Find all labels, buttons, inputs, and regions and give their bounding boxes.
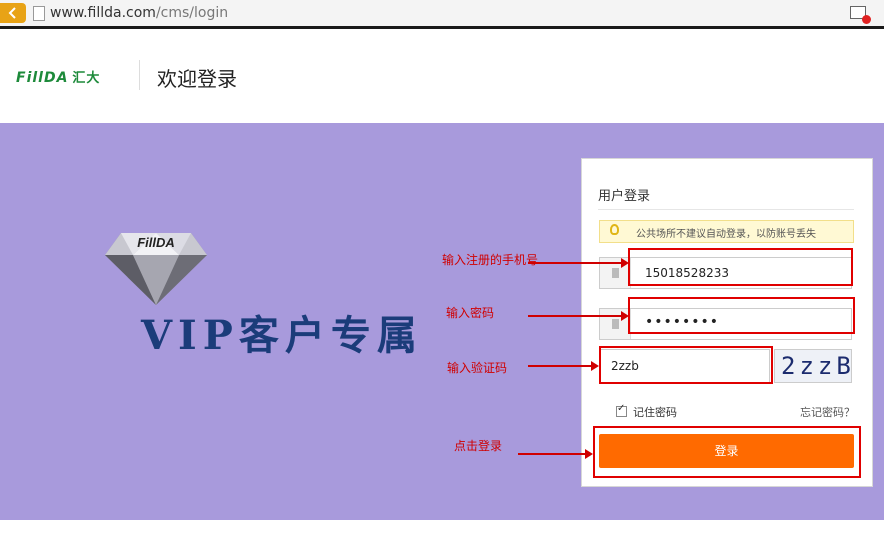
phone-annotation-label: 输入注册的手机号 (442, 253, 539, 267)
password-annotation-box (628, 297, 855, 334)
submit-annotation-label: 点击登录 (454, 439, 503, 453)
page-title: 欢迎登录 (157, 67, 237, 91)
logo-cn: 汇大 (72, 71, 101, 86)
password-arrow (528, 311, 629, 321)
browser-toolbar: www.fillda.com/cms/login (0, 0, 884, 29)
url-path: /cms/login (155, 5, 229, 21)
forgot-password-link[interactable]: 忘记密码？ (800, 404, 855, 420)
fillda-logo[interactable]: FillDA 汇大 (16, 67, 100, 86)
diamond-icon: FillDA (105, 233, 207, 305)
submit-arrow (518, 449, 593, 459)
panel-divider (598, 209, 854, 210)
phone-arrow (528, 258, 629, 268)
back-arrow-icon (8, 7, 16, 19)
vip-slogan: VIP客户专属 (141, 312, 423, 359)
captcha-image-text: 2zzB (781, 352, 855, 380)
logo-latin: FillDA (16, 70, 69, 86)
diamond-label: FillDA (137, 235, 175, 250)
lightbulb-icon (610, 224, 619, 235)
remember-password[interactable]: 记住密码 (616, 403, 677, 420)
url-host: www.fillda.com (50, 5, 156, 21)
page-icon (33, 6, 45, 21)
back-button[interactable] (0, 3, 26, 23)
security-tip: 公共场所不建议自动登录，以防账号丢失 (599, 220, 854, 243)
site-header: FillDA 汇大 欢迎登录 (0, 29, 884, 123)
login-hero: FillDA VIP客户专属 用户登录 公共场所不建议自动登录，以防账号丢失 1… (0, 123, 884, 520)
blocked-popup-icon[interactable] (850, 6, 871, 24)
captcha-annotation-label: 输入验证码 (447, 361, 508, 375)
password-annotation-label: 输入密码 (446, 306, 495, 320)
remember-checkbox[interactable] (616, 403, 627, 417)
header-divider (139, 60, 140, 90)
phone-annotation-box (628, 248, 853, 286)
login-panel-title: 用户登录 (598, 189, 651, 204)
address-bar[interactable]: www.fillda.com/cms/login (50, 5, 228, 21)
captcha-image[interactable]: 2zzB (774, 349, 852, 383)
captcha-arrow (528, 361, 599, 371)
page-footer (0, 520, 884, 542)
submit-annotation-box (593, 426, 861, 478)
captcha-annotation-box (599, 346, 773, 384)
remember-label: 记住密码 (633, 406, 677, 419)
tip-text: 公共场所不建议自动登录，以防账号丢失 (636, 229, 816, 240)
